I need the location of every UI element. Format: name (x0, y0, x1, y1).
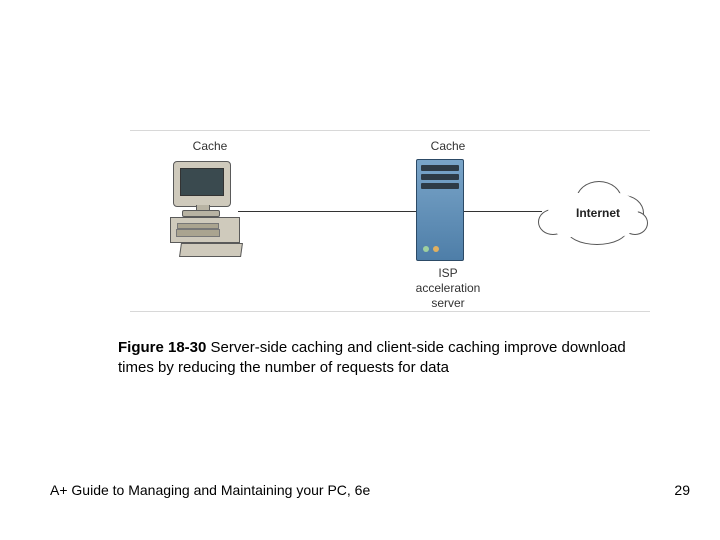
desktop-tower-icon (170, 217, 240, 243)
network-diagram: Cache Cache ISP acceleration server Inte… (130, 130, 650, 312)
footer-book-title: A+ Guide to Managing and Maintaining you… (50, 482, 370, 498)
footer-page-number: 29 (674, 482, 690, 498)
figure-number: Figure 18-30 (118, 339, 206, 356)
connection-server-to-internet (462, 211, 542, 212)
monitor-base-icon (182, 210, 220, 217)
client-computer-icon (170, 161, 260, 261)
label-internet: Internet (563, 206, 633, 220)
slide: Cache Cache ISP acceleration server Inte… (0, 0, 720, 540)
figure-caption: Figure 18-30 Server-side caching and cli… (118, 338, 638, 379)
label-client-cache: Cache (170, 139, 250, 153)
keyboard-icon (179, 243, 243, 257)
label-isp-server: ISP acceleration server (408, 266, 488, 311)
monitor-icon (173, 161, 231, 207)
internet-cloud-icon: Internet (538, 171, 648, 249)
isp-server-icon (416, 159, 464, 261)
label-server-cache: Cache (408, 139, 488, 153)
connection-client-to-server (238, 211, 416, 212)
